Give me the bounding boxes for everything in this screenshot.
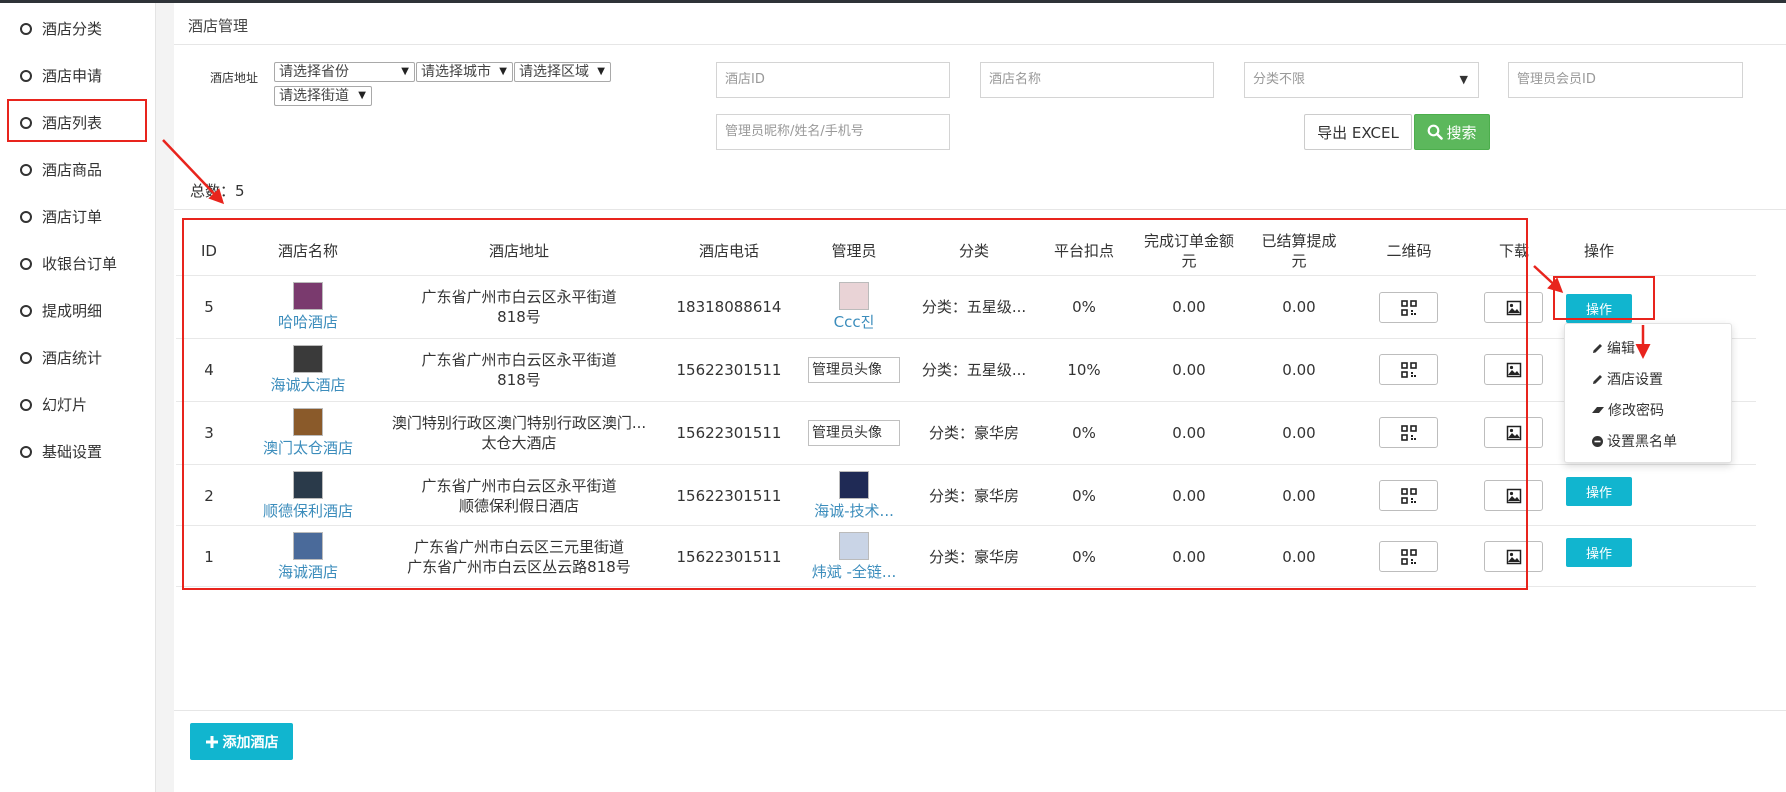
sidebar-item-hotel-orders[interactable]: 酒店订单 [0, 193, 156, 240]
menu-item-hotel-settings[interactable]: 酒店设置 [1591, 369, 1663, 389]
caret-down-icon: ▼ [597, 66, 605, 77]
sidebar-item-basic-settings[interactable]: 基础设置 [0, 428, 156, 475]
sidebar-item-commission-detail[interactable]: 提成明细 [0, 287, 156, 334]
annotation-box-table [182, 218, 1528, 590]
add-hotel-button[interactable]: 添加酒店 [190, 723, 293, 760]
minus-circle-icon [1592, 435, 1603, 447]
operation-dropdown: 编辑 酒店设置 修改密码 设置黑名单 [1564, 323, 1732, 463]
operation-button[interactable]: 操作 [1566, 538, 1632, 567]
city-select[interactable]: 请选择城市 ▼ [416, 62, 513, 82]
menu-item-edit[interactable]: 编辑 [1591, 338, 1635, 358]
street-select[interactable]: 请选择街道 ▼ [274, 86, 372, 106]
divider [174, 209, 1786, 210]
annotation-box-operation [1553, 276, 1655, 320]
caret-down-icon: ▼ [1459, 73, 1468, 86]
search-button[interactable]: 搜索 [1414, 114, 1490, 150]
export-excel-button[interactable]: 导出 EXCEL [1304, 114, 1412, 150]
circle-icon [20, 304, 32, 317]
admin-member-id-input[interactable]: 管理员会员ID [1508, 62, 1743, 98]
divider [174, 44, 1786, 45]
circle-icon [20, 163, 32, 176]
sidebar-item-hotel-category[interactable]: 酒店分类 [0, 5, 156, 52]
col-ops: 操作 [1583, 242, 1614, 260]
address-label: 酒店地址 [210, 71, 259, 85]
pencil-icon [1593, 343, 1602, 353]
circle-icon [20, 210, 32, 223]
total-count: 总数：5 [190, 182, 245, 200]
province-select[interactable]: 请选择省份 ▼ [274, 62, 415, 82]
circle-icon [20, 22, 32, 35]
sidebar-item-cashier-orders[interactable]: 收银台订单 [0, 240, 156, 287]
menu-item-set-blacklist[interactable]: 设置黑名单 [1591, 431, 1677, 451]
search-icon [1428, 124, 1444, 140]
menu-item-change-password[interactable]: 修改密码 [1591, 400, 1664, 420]
admin-info-input[interactable]: 管理员昵称/姓名/手机号 [716, 114, 950, 150]
caret-down-icon: ▼ [401, 66, 409, 77]
caret-down-icon: ▼ [358, 90, 366, 101]
category-select[interactable]: 分类不限 ▼ [1244, 62, 1479, 98]
circle-icon [20, 445, 32, 458]
sidebar-item-slides[interactable]: 幻灯片 [0, 381, 156, 428]
caret-down-icon: ▼ [499, 66, 507, 77]
hotel-name-input[interactable]: 酒店名称 [980, 62, 1214, 98]
sidebar-item-hotel-stats[interactable]: 酒店统计 [0, 334, 156, 381]
circle-icon [20, 69, 32, 82]
operation-button[interactable]: 操作 [1566, 477, 1632, 506]
sidebar-item-hotel-goods[interactable]: 酒店商品 [0, 146, 156, 193]
hotel-id-input[interactable]: 酒店ID [716, 62, 950, 98]
annotation-box-sidebar [7, 99, 147, 142]
circle-icon [20, 257, 32, 270]
page-title: 酒店管理 [188, 17, 249, 35]
circle-icon [20, 351, 32, 364]
plus-icon [205, 735, 218, 748]
district-select[interactable]: 请选择区域 ▼ [514, 62, 611, 82]
eraser-icon [1592, 406, 1604, 413]
divider [174, 710, 1786, 711]
sidebar-item-hotel-application[interactable]: 酒店申请 [0, 52, 156, 99]
circle-icon [20, 398, 32, 411]
pencil-icon [1593, 374, 1602, 384]
